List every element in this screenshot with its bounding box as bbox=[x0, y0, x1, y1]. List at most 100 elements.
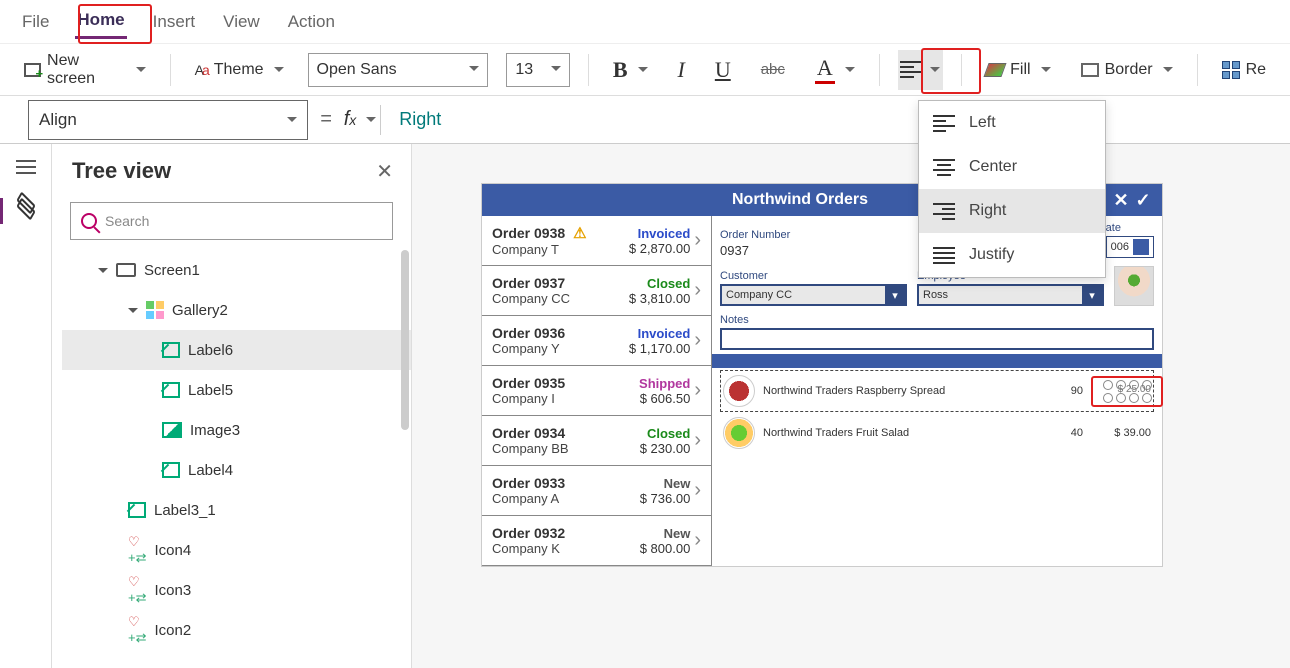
tree-pane: Tree view ✕ Search Screen1 Gallery2 Labe… bbox=[52, 144, 412, 668]
order-row[interactable]: Order 0934Company BBClosed$ 230.00› bbox=[482, 416, 711, 466]
chevron-right-icon: › bbox=[694, 479, 701, 502]
italic-icon: I bbox=[678, 57, 685, 83]
reorder-icon bbox=[1222, 61, 1240, 79]
search-icon bbox=[81, 213, 97, 229]
property-select[interactable]: Align bbox=[28, 100, 308, 140]
tree-node-label3-1[interactable]: Label3_1 bbox=[62, 490, 411, 530]
tree-view-rail-button[interactable] bbox=[0, 198, 51, 216]
product-name: Northwind Traders Raspberry Spread bbox=[763, 385, 1035, 397]
check-icon[interactable]: ✓ bbox=[1132, 190, 1154, 211]
separator bbox=[961, 54, 962, 86]
gallery-icon bbox=[146, 301, 164, 319]
product-price: $ 25.00 bbox=[1091, 384, 1151, 395]
chevron-right-icon: › bbox=[694, 329, 701, 352]
italic-button[interactable]: I bbox=[672, 53, 691, 87]
align-button[interactable] bbox=[898, 50, 943, 90]
theme-button[interactable]: Aa Theme bbox=[189, 57, 290, 83]
tree-node-gallery2[interactable]: Gallery2 bbox=[62, 290, 411, 330]
hamburger-icon[interactable] bbox=[16, 156, 36, 178]
employee-avatar bbox=[1114, 266, 1154, 306]
orders-gallery[interactable]: Order 0938 ⚠Company TInvoiced$ 2,870.00›… bbox=[482, 216, 712, 566]
reorder-button[interactable]: Re bbox=[1216, 57, 1272, 83]
employee-dropdown[interactable]: Ross▾ bbox=[917, 284, 1104, 306]
calendar-icon bbox=[1133, 239, 1149, 255]
property-value: Align bbox=[39, 110, 77, 130]
formula-input[interactable]: Right bbox=[385, 109, 441, 130]
align-right-item[interactable]: Right bbox=[919, 189, 1105, 233]
tree-node-screen1[interactable]: Screen1 bbox=[62, 250, 411, 290]
scrollbar-thumb[interactable] bbox=[401, 250, 409, 430]
date-picker[interactable]: 006 bbox=[1106, 236, 1154, 258]
close-icon[interactable]: ✕ bbox=[1110, 190, 1132, 211]
line-item[interactable]: Northwind Traders Fruit Salad 40 $ 39.00 bbox=[720, 412, 1154, 454]
separator bbox=[1197, 54, 1198, 86]
separator bbox=[170, 54, 171, 86]
reorder-label: Re bbox=[1246, 61, 1266, 79]
font-size-select[interactable]: 13 bbox=[506, 53, 569, 87]
underline-icon: U bbox=[715, 57, 731, 83]
strikethrough-icon: abc bbox=[761, 61, 785, 78]
product-price: $ 39.00 bbox=[1091, 427, 1151, 439]
align-center-item[interactable]: Center bbox=[919, 145, 1105, 189]
font-value: Open Sans bbox=[317, 61, 397, 79]
font-color-button[interactable]: A bbox=[809, 51, 861, 88]
underline-button[interactable]: U bbox=[709, 53, 737, 87]
tree-node-image3[interactable]: Image3 bbox=[62, 410, 411, 450]
align-right-icon bbox=[933, 200, 955, 223]
order-row[interactable]: Order 0938 ⚠Company TInvoiced$ 2,870.00› bbox=[482, 216, 711, 266]
chevron-right-icon: › bbox=[694, 429, 701, 452]
align-left-item[interactable]: Left bbox=[919, 101, 1105, 145]
border-icon bbox=[1081, 63, 1099, 77]
order-row[interactable]: Order 0933Company ANew$ 736.00› bbox=[482, 466, 711, 516]
fill-button[interactable]: Fill bbox=[980, 57, 1056, 83]
notes-input[interactable] bbox=[720, 328, 1154, 350]
tree-label: Label6 bbox=[188, 342, 233, 359]
fx-icon: fx bbox=[344, 108, 357, 131]
product-qty: 40 bbox=[1043, 427, 1083, 439]
order-row[interactable]: Order 0936Company YInvoiced$ 1,170.00› bbox=[482, 316, 711, 366]
chevron-down-icon: ▾ bbox=[885, 284, 905, 306]
align-center-label: Center bbox=[969, 158, 1017, 176]
product-thumb bbox=[723, 375, 755, 407]
label-icon bbox=[162, 382, 180, 398]
menubar: File Home Insert View Action bbox=[0, 0, 1290, 44]
search-input[interactable]: Search bbox=[70, 202, 393, 240]
tree-node-label5[interactable]: Label5 bbox=[62, 370, 411, 410]
customer-dropdown[interactable]: Company CC▾ bbox=[720, 284, 907, 306]
tree-node-icon2[interactable]: ♡+⇄ Icon2 bbox=[62, 610, 411, 650]
close-icon[interactable]: ✕ bbox=[376, 159, 393, 184]
order-row[interactable]: Order 0937Company CCClosed$ 3,810.00› bbox=[482, 266, 711, 316]
chevron-down-icon bbox=[283, 110, 297, 130]
font-select[interactable]: Open Sans bbox=[308, 53, 489, 87]
order-row[interactable]: Order 0935Company IShipped$ 606.50› bbox=[482, 366, 711, 416]
strikethrough-button[interactable]: abc bbox=[755, 57, 791, 82]
expand-icon[interactable] bbox=[128, 308, 138, 318]
new-screen-button[interactable]: New screen bbox=[18, 48, 152, 92]
border-button[interactable]: Border bbox=[1075, 57, 1179, 83]
tree-label: Icon2 bbox=[154, 622, 191, 639]
tree-node-label4[interactable]: Label4 bbox=[62, 450, 411, 490]
chevron-right-icon: › bbox=[694, 229, 701, 252]
price-label-selected[interactable]: $ 25.00 bbox=[1091, 376, 1151, 407]
line-item-selected[interactable]: Northwind Traders Raspberry Spread 90 $ … bbox=[720, 370, 1154, 412]
tab-file[interactable]: File bbox=[20, 6, 51, 38]
canvas[interactable]: Left Center Right Justify Northwind Orde… bbox=[412, 144, 1290, 668]
tab-action[interactable]: Action bbox=[286, 6, 337, 38]
label-icon bbox=[162, 462, 180, 478]
bold-button[interactable]: B bbox=[607, 53, 654, 87]
tab-view[interactable]: View bbox=[221, 6, 262, 38]
tree-body: Screen1 Gallery2 Label6 Label5 Image3 bbox=[52, 250, 411, 650]
align-right-label: Right bbox=[969, 202, 1006, 220]
tree-label: Screen1 bbox=[144, 262, 200, 279]
chevron-down-icon[interactable] bbox=[362, 112, 376, 128]
align-center-icon bbox=[933, 156, 955, 179]
theme-icon: Aa bbox=[195, 62, 208, 78]
order-row[interactable]: Order 0932Company KNew$ 800.00› bbox=[482, 516, 711, 566]
tab-home[interactable]: Home bbox=[75, 4, 126, 39]
tree-node-icon4[interactable]: ♡+⇄ Icon4 bbox=[62, 530, 411, 570]
tree-node-icon3[interactable]: ♡+⇄ Icon3 bbox=[62, 570, 411, 610]
tab-insert[interactable]: Insert bbox=[151, 6, 198, 38]
expand-icon[interactable] bbox=[98, 268, 108, 278]
align-justify-item[interactable]: Justify bbox=[919, 233, 1105, 277]
tree-node-label6[interactable]: Label6 bbox=[62, 330, 411, 370]
